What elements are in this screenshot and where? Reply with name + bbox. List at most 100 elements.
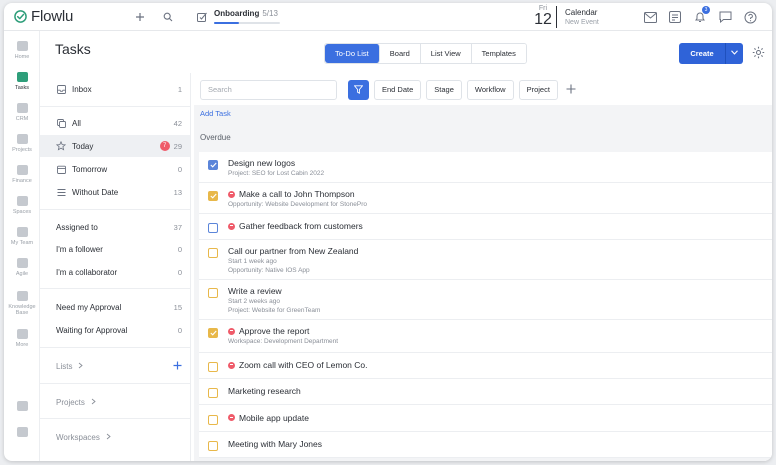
filter-today[interactable]: Today 7 29 — [40, 135, 190, 157]
section-workspaces[interactable]: Workspaces — [40, 426, 190, 448]
filter-end-date[interactable]: End Date — [374, 79, 422, 100]
filter-waiting-approval[interactable]: Waiting for Approval 0 — [40, 319, 190, 341]
app-logo[interactable]: Flowlu — [14, 8, 114, 25]
tab-list-view[interactable]: List View — [420, 44, 472, 63]
nav-item-crm[interactable]: CRM — [4, 97, 40, 128]
filter-assigned-to[interactable]: Assigned to 37 — [40, 216, 190, 238]
task-row[interactable]: Meeting with Mary Jones — [199, 432, 772, 458]
left-navigation: Home Tasks CRM Projects Finance Spaces My Team… — [4, 31, 40, 461]
nav-item-knowledge-base[interactable]: Knowledge Base — [4, 283, 40, 323]
nav-item-label: Home — [14, 54, 30, 60]
add-filter-icon[interactable] — [566, 82, 576, 97]
task-row[interactable]: Write a review Start 2 weeks ago Project: … — [199, 280, 772, 320]
task-row[interactable]: Zoom call with CEO of Lemon Co. — [199, 353, 772, 379]
task-checkbox[interactable] — [208, 388, 218, 398]
chat-icon[interactable] — [717, 9, 733, 25]
nav-item-finance[interactable]: Finance — [4, 159, 40, 190]
task-checkbox[interactable] — [208, 441, 218, 451]
nav-item-label: More — [15, 342, 29, 348]
nav-item-spaces[interactable]: Spaces — [4, 190, 40, 221]
nav-item-home[interactable]: Home — [4, 35, 40, 66]
task-row[interactable]: Make a call to John Thompson Opportunity:… — [199, 183, 772, 214]
section-lists[interactable]: Lists — [40, 355, 190, 377]
task-row[interactable]: Design new logos Project: SEO for Lost Ca… — [199, 152, 772, 183]
create-button-label: Create — [690, 49, 714, 58]
task-title[interactable]: Design new logos — [228, 158, 295, 168]
tab-templates[interactable]: Templates — [471, 44, 526, 63]
task-title[interactable]: Write a review — [228, 286, 282, 296]
section-projects[interactable]: Projects — [40, 391, 190, 413]
filter-inbox-label: Inbox — [72, 84, 92, 94]
tab-to-do-list[interactable]: To-Do List — [325, 44, 380, 63]
task-subtitle: Start 2 weeks ago — [228, 298, 281, 305]
group-overdue-header: Overdue — [200, 133, 231, 142]
sidebar-divider — [40, 209, 190, 210]
task-title[interactable]: Meeting with Mary Jones — [228, 439, 322, 449]
filter-without-date[interactable]: Without Date 13 — [40, 181, 190, 203]
filter-workflow[interactable]: Workflow — [466, 79, 514, 100]
chevron-down-icon[interactable] — [726, 50, 743, 57]
task-checkbox[interactable] — [208, 160, 218, 170]
task-checkbox[interactable] — [208, 248, 218, 258]
task-title[interactable]: Make a call to John Thompson — [228, 189, 355, 199]
task-row[interactable]: Marketing research — [199, 379, 772, 405]
filter-icon[interactable] — [348, 79, 369, 100]
filter-stage[interactable]: Stage — [426, 79, 462, 100]
search-input[interactable] — [200, 79, 337, 100]
integrations-icon[interactable] — [4, 401, 40, 414]
filter-follower-label: I'm a follower — [56, 244, 103, 254]
add-task-link[interactable]: Add Task — [200, 109, 231, 118]
gear-icon[interactable] — [752, 46, 765, 61]
filter-need-approval[interactable]: Need my Approval 15 — [40, 296, 190, 318]
search-icon[interactable] — [154, 3, 182, 31]
task-row[interactable]: Gather feedback from customers — [199, 214, 772, 240]
list-icon — [56, 187, 66, 197]
nav-item-projects[interactable]: Projects — [4, 128, 40, 159]
nav-item-my-team[interactable]: My Team — [4, 221, 40, 252]
task-title-text: Write a review — [228, 286, 282, 296]
task-subtitle: Start 1 week ago — [228, 258, 277, 265]
onboarding-widget[interactable]: Onboarding 5/13 — [196, 9, 280, 24]
task-checkbox[interactable] — [208, 362, 218, 372]
task-checkbox[interactable] — [208, 191, 218, 201]
task-title[interactable]: Mobile app update — [228, 413, 309, 423]
nav-item-tasks[interactable]: Tasks — [4, 66, 40, 97]
task-checkbox[interactable] — [208, 414, 218, 425]
task-title[interactable]: Zoom call with CEO of Lemon Co. — [228, 360, 368, 370]
bell-icon[interactable]: 3 — [692, 6, 710, 25]
task-title[interactable]: Call our partner from New Zealand — [228, 246, 358, 256]
crm-icon — [16, 103, 28, 113]
task-row[interactable]: Mobile app update — [199, 405, 772, 432]
create-button[interactable]: Create — [679, 43, 743, 64]
task-title[interactable]: Marketing research — [228, 386, 301, 396]
task-title[interactable]: Gather feedback from customers — [228, 221, 363, 231]
filter-all[interactable]: All 42 — [40, 112, 190, 134]
add-icon[interactable] — [126, 3, 154, 31]
task-checkbox[interactable] — [208, 288, 218, 298]
tab-board[interactable]: Board — [379, 44, 421, 63]
mail-icon[interactable] — [642, 9, 658, 25]
nav-item-more[interactable]: More — [4, 323, 40, 354]
filter-collaborator[interactable]: I'm a collaborator 0 — [40, 261, 190, 283]
help-icon[interactable] — [742, 9, 758, 25]
filter-collaborator-label: I'm a collaborator — [56, 267, 118, 277]
notes-icon[interactable] — [667, 9, 683, 25]
filter-assigned-to-label: Assigned to — [56, 222, 98, 232]
calendar-new-event[interactable]: New Event — [565, 19, 599, 26]
nav-settings-icon[interactable] — [4, 427, 40, 440]
more-icon — [16, 329, 28, 339]
notification-badge: 3 — [702, 6, 710, 14]
task-checkbox[interactable] — [208, 223, 218, 233]
add-list-icon[interactable] — [173, 359, 182, 373]
filter-inbox[interactable]: Inbox 1 — [40, 78, 190, 100]
task-title[interactable]: Approve the report — [228, 326, 309, 336]
task-checkbox[interactable] — [208, 328, 218, 338]
task-row[interactable]: Approve the report Workspace: Development… — [199, 320, 772, 353]
filter-tomorrow[interactable]: Tomorrow 0 — [40, 158, 190, 180]
calendar-widget[interactable]: Fri 12 Calendar New Event — [534, 5, 599, 28]
nav-item-agile[interactable]: Agile — [4, 252, 40, 283]
projects-icon — [16, 134, 28, 144]
filter-project[interactable]: Project — [518, 79, 558, 100]
task-row[interactable]: Call our partner from New Zealand Start 1… — [199, 240, 772, 280]
filter-follower[interactable]: I'm a follower 0 — [40, 238, 190, 260]
